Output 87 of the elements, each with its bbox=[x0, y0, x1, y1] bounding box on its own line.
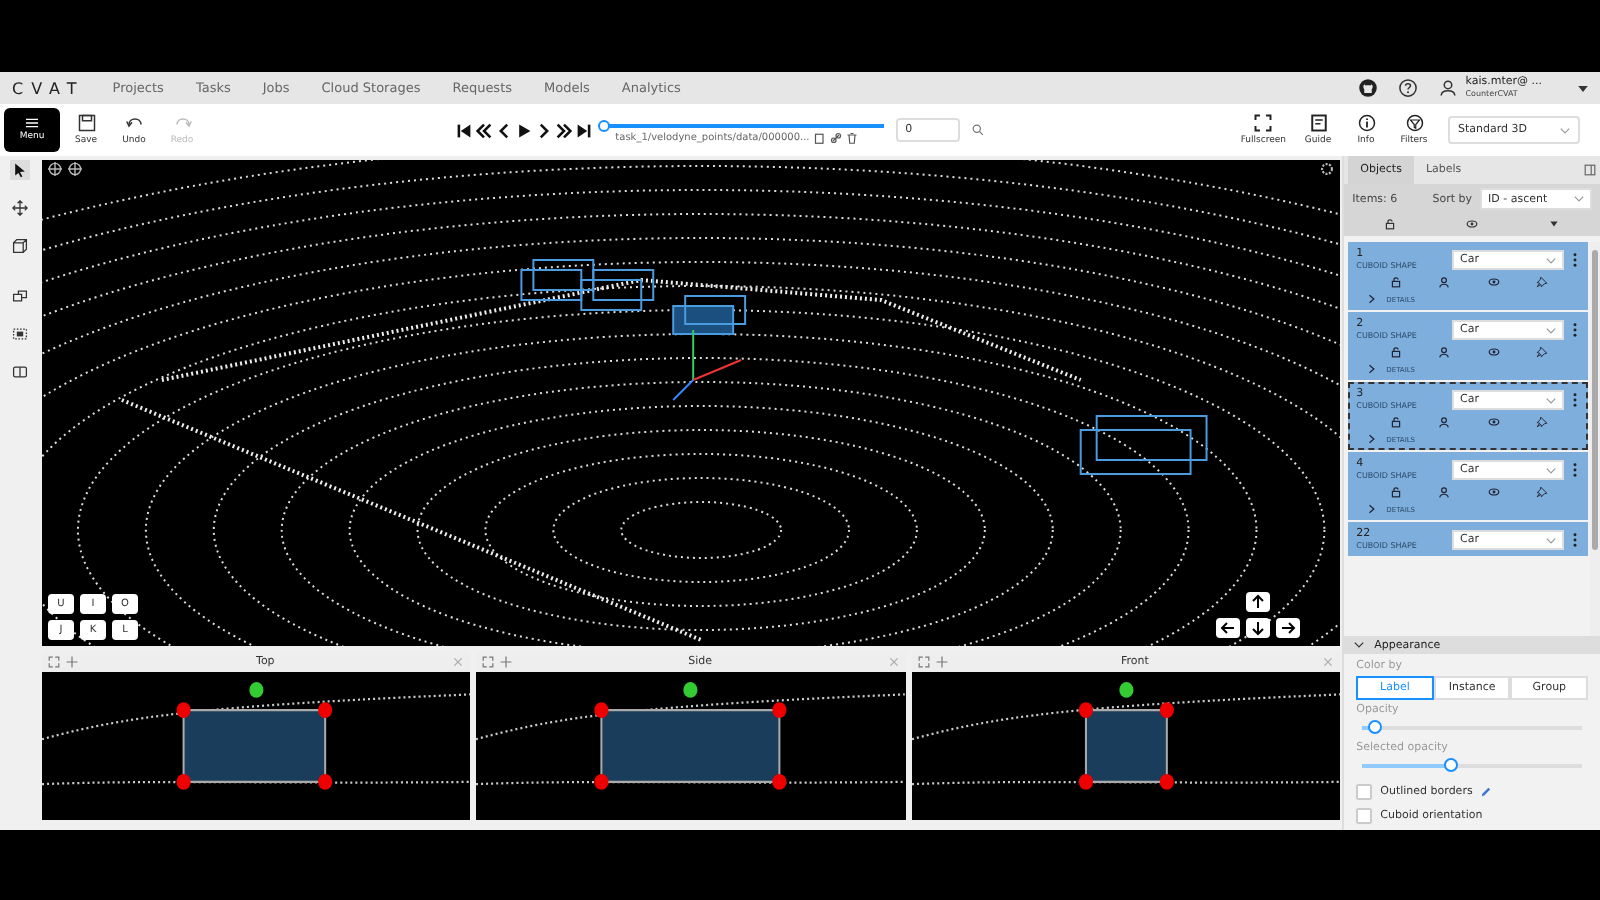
menu-icon bbox=[26, 118, 38, 128]
caret-icon[interactable] bbox=[1548, 218, 1561, 230]
info-icon bbox=[1357, 114, 1375, 132]
chevron-right-icon bbox=[1368, 504, 1377, 514]
chevron-down-icon bbox=[1546, 537, 1556, 543]
lock-icon[interactable] bbox=[1390, 486, 1403, 498]
axes-drawing bbox=[672, 329, 743, 401]
user-icon[interactable] bbox=[1438, 416, 1451, 428]
arrow-up-icon[interactable] bbox=[1246, 592, 1271, 612]
more-icon[interactable] bbox=[1572, 462, 1578, 478]
eye-icon[interactable] bbox=[1487, 486, 1500, 498]
next-frame-icon[interactable] bbox=[535, 121, 552, 139]
chevron-right-icon bbox=[1368, 364, 1377, 374]
cuboid-icon[interactable] bbox=[9, 236, 30, 256]
arrow-right-icon[interactable] bbox=[1276, 618, 1301, 638]
move-icon[interactable] bbox=[9, 198, 30, 218]
pin-icon[interactable] bbox=[1535, 276, 1548, 288]
lock-icon[interactable] bbox=[1390, 276, 1403, 288]
pin-icon[interactable] bbox=[1535, 416, 1548, 428]
filter-icon bbox=[1405, 114, 1423, 132]
user-icon[interactable] bbox=[1438, 276, 1451, 288]
chevron-down-icon bbox=[1546, 327, 1556, 333]
lock-icon[interactable] bbox=[1390, 416, 1403, 428]
expand-icon[interactable] bbox=[482, 656, 495, 668]
arrow-down-icon[interactable] bbox=[1246, 618, 1271, 638]
link-icon[interactable] bbox=[829, 132, 842, 144]
copy-icon[interactable] bbox=[813, 132, 826, 144]
eye-icon[interactable] bbox=[1466, 218, 1479, 230]
chevron-down-icon bbox=[1574, 196, 1584, 202]
expand-icon[interactable] bbox=[47, 656, 60, 668]
caret-icon[interactable] bbox=[1578, 85, 1588, 91]
delete-icon[interactable] bbox=[845, 132, 858, 144]
crosshair-icon[interactable] bbox=[47, 162, 62, 176]
merge-icon[interactable] bbox=[9, 286, 30, 306]
redo-icon bbox=[173, 114, 191, 132]
cuboid-projection-drawing[interactable] bbox=[595, 682, 788, 790]
scrollbar[interactable] bbox=[1590, 242, 1600, 636]
lock-icon[interactable] bbox=[1390, 346, 1403, 358]
fast-backward-icon[interactable] bbox=[475, 121, 492, 139]
first-frame-icon[interactable] bbox=[455, 121, 472, 139]
previous-frame-icon[interactable] bbox=[495, 121, 512, 139]
cuboid-projection-drawing[interactable] bbox=[176, 682, 333, 790]
user-icon[interactable] bbox=[1438, 486, 1451, 498]
eye-icon[interactable] bbox=[1487, 346, 1500, 358]
pin-icon[interactable] bbox=[1535, 346, 1548, 358]
chevron-down-icon bbox=[1354, 642, 1365, 648]
help-icon[interactable] bbox=[1397, 78, 1418, 98]
save-icon bbox=[77, 114, 95, 132]
fullscreen-icon bbox=[1254, 114, 1273, 132]
pencil-icon[interactable] bbox=[1480, 786, 1493, 798]
cuboid-projection-drawing[interactable] bbox=[1078, 682, 1174, 790]
cursor-icon[interactable] bbox=[9, 160, 30, 180]
fast-forward-icon[interactable] bbox=[555, 121, 572, 139]
chevron-down-icon bbox=[1546, 397, 1556, 403]
cuboid[interactable] bbox=[672, 295, 747, 335]
chevron-down-icon bbox=[1546, 257, 1556, 263]
more-icon[interactable] bbox=[1572, 532, 1578, 548]
undo-icon bbox=[125, 114, 143, 132]
more-icon[interactable] bbox=[1572, 392, 1578, 408]
cuboid[interactable] bbox=[520, 259, 595, 301]
last-frame-icon[interactable] bbox=[575, 121, 592, 139]
user-icon[interactable] bbox=[1438, 346, 1451, 358]
crosshair-icon[interactable] bbox=[67, 162, 82, 176]
arrow-left-icon[interactable] bbox=[1216, 618, 1241, 638]
collapse-icon[interactable] bbox=[1584, 164, 1596, 176]
chevron-right-icon bbox=[1368, 434, 1377, 444]
pin-icon[interactable] bbox=[1535, 486, 1548, 498]
group-icon[interactable] bbox=[9, 324, 30, 344]
search-icon[interactable] bbox=[971, 124, 984, 136]
lock-icon[interactable] bbox=[1383, 218, 1396, 230]
checkbox[interactable] bbox=[1356, 808, 1373, 824]
user-icon[interactable] bbox=[1437, 78, 1458, 98]
more-icon[interactable] bbox=[1572, 322, 1578, 338]
split-icon[interactable] bbox=[9, 362, 30, 382]
cuboid[interactable] bbox=[1079, 415, 1208, 475]
eye-icon[interactable] bbox=[1487, 276, 1500, 288]
expand-icon[interactable] bbox=[917, 656, 930, 668]
logo: CVAT bbox=[12, 79, 85, 97]
eye-icon[interactable] bbox=[1487, 416, 1500, 428]
cuboid[interactable] bbox=[580, 269, 655, 311]
chevron-down-icon bbox=[1560, 127, 1570, 133]
chevron-down-icon bbox=[1546, 467, 1556, 473]
chevron-right-icon bbox=[1368, 294, 1377, 304]
checkbox[interactable] bbox=[1356, 784, 1373, 800]
play-icon[interactable] bbox=[515, 121, 532, 139]
document-icon bbox=[1309, 114, 1327, 132]
more-icon[interactable] bbox=[1572, 252, 1578, 268]
